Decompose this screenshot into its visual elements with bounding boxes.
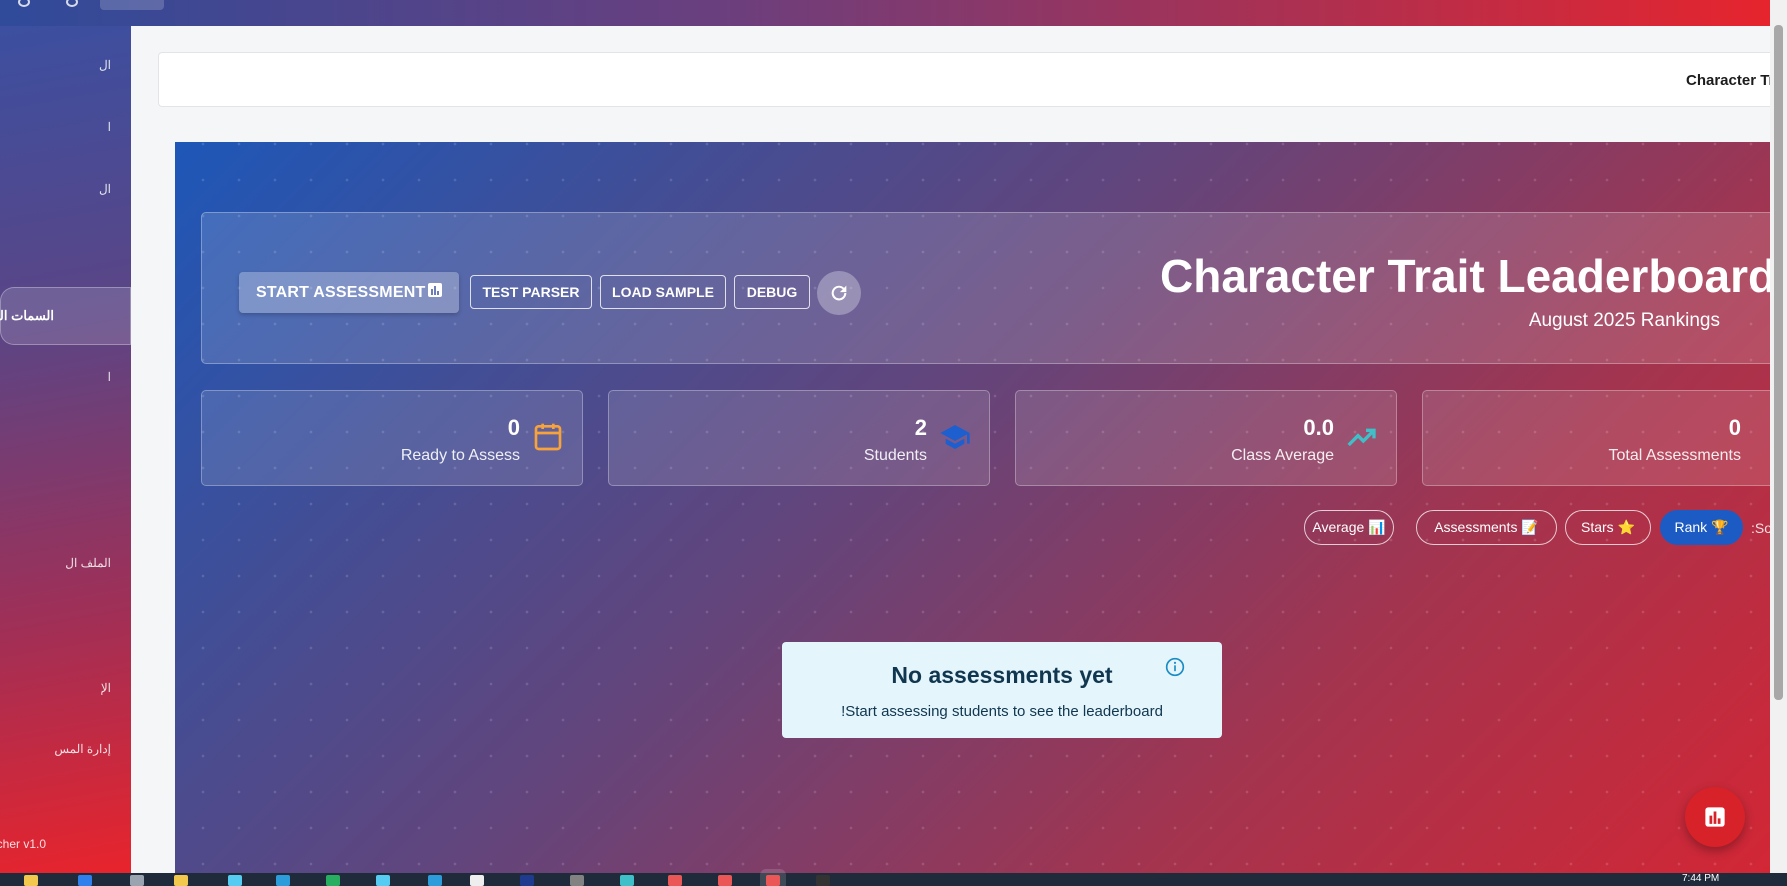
stat-value: 0 [1728,415,1741,440]
sidebar-item-management[interactable]: إدارة المس [0,742,111,756]
sidebar: ال ا ال السمات الش ا الملف ال الإ إدارة … [0,26,131,873]
taskbar-app-icon[interactable] [520,875,534,886]
taskbar-app-icon[interactable] [428,875,442,886]
load-sample-button[interactable]: LOAD SAMPLE [600,275,726,309]
stat-card-students: 2 Students [608,390,990,486]
taskbar-app-icon[interactable] [470,875,484,886]
empty-state-message: !Start assessing students to see the lea… [841,703,1163,720]
sort-chip-rank[interactable]: Rank 🏆 [1660,510,1743,545]
stat-label: Ready to Assess [400,447,520,464]
taskbar-app-icon[interactable] [718,875,732,886]
sort-label: :So [1751,520,1773,536]
empty-state-alert: No assessments yet !Start assessing stud… [782,642,1222,738]
chart-icon [1705,807,1725,827]
sidebar-item-3[interactable]: ال [0,182,111,196]
stat-card-total-assessments: 0 Total Assessments [1422,390,1787,486]
sidebar-item-character-traits[interactable]: السمات الش [0,287,131,345]
sidebar-item-1[interactable]: ال [0,58,111,72]
taskbar-app-icon[interactable] [228,875,242,886]
sidebar-item-profile[interactable]: الملف ال [0,556,111,570]
calendar-icon [534,423,562,451]
stat-label: Total Assessments [1608,447,1742,464]
leaderboard-panel: START ASSESSMENT TEST PARSER LOAD SAMPLE… [175,142,1787,877]
taskbar-app-icon[interactable] [376,875,390,886]
taskbar-app-icon[interactable] [326,875,340,886]
stat-value: 0 [507,415,520,440]
scrollbar-thumb[interactable] [1774,25,1783,700]
taskbar-app-icon[interactable] [78,875,92,886]
test-parser-button[interactable]: TEST PARSER [470,275,592,309]
menu-icon[interactable] [18,0,30,7]
refresh-button[interactable] [817,271,861,315]
stat-value: 0.0 [1303,415,1334,440]
taskbar-app-icon[interactable] [174,875,188,886]
taskbar-app-icon[interactable] [24,875,38,886]
sidebar-item-7[interactable]: الإ [0,681,111,695]
stat-value: 2 [914,415,927,440]
sidebar-item-2[interactable]: ا [0,120,111,134]
refresh-icon[interactable] [66,0,78,7]
app-version: acher v1.0 [0,837,47,851]
empty-state-title: No assessments yet [891,662,1113,688]
page-header: Character Tr [158,52,1787,107]
leaderboard-hero: START ASSESSMENT TEST PARSER LOAD SAMPLE… [201,212,1787,364]
graduation-cap-icon [940,425,970,449]
taskbar-app-icon[interactable] [130,875,144,886]
info-icon [1165,657,1185,677]
start-assessment-button[interactable]: START ASSESSMENT [239,272,459,313]
taskbar-app-icon[interactable] [766,875,780,886]
debug-button[interactable]: DEBUG [734,275,810,309]
top-bar-button[interactable] [100,0,164,10]
leaderboard-subtitle: August 2025 Rankings [1528,310,1720,331]
trending-up-icon [1347,428,1376,447]
page-scrollbar[interactable] [1770,0,1787,873]
stat-card-ready: 0 Ready to Assess [201,390,583,486]
app-top-bar [0,0,1787,26]
page-title: Character Tr [1686,72,1775,89]
stat-card-class-average: 0.0 Class Average [1015,390,1397,486]
sort-chip-stars[interactable]: Stars ⭐ [1565,510,1651,545]
stat-label: Class Average [1231,447,1334,464]
refresh-icon [831,285,847,301]
leaderboard-title: Character Trait Leaderboard [1160,250,1777,302]
os-taskbar: 7:44 PM [0,873,1787,886]
taskbar-app-icon[interactable] [276,875,290,886]
sort-chip-assessments[interactable]: Assessments 📝 [1416,510,1557,545]
stat-label: Students [863,447,927,464]
taskbar-app-icon[interactable] [620,875,634,886]
taskbar-clock: 7:44 PM [1682,873,1720,884]
taskbar-app-icon[interactable] [570,875,584,886]
taskbar-app-icon[interactable] [668,875,682,886]
sidebar-item-5[interactable]: ا [0,370,111,384]
chart-icon [427,282,443,303]
sort-chip-average[interactable]: Average 📊 [1304,510,1394,545]
taskbar-app-icon[interactable] [816,875,830,886]
floating-assessment-button[interactable] [1685,787,1745,847]
